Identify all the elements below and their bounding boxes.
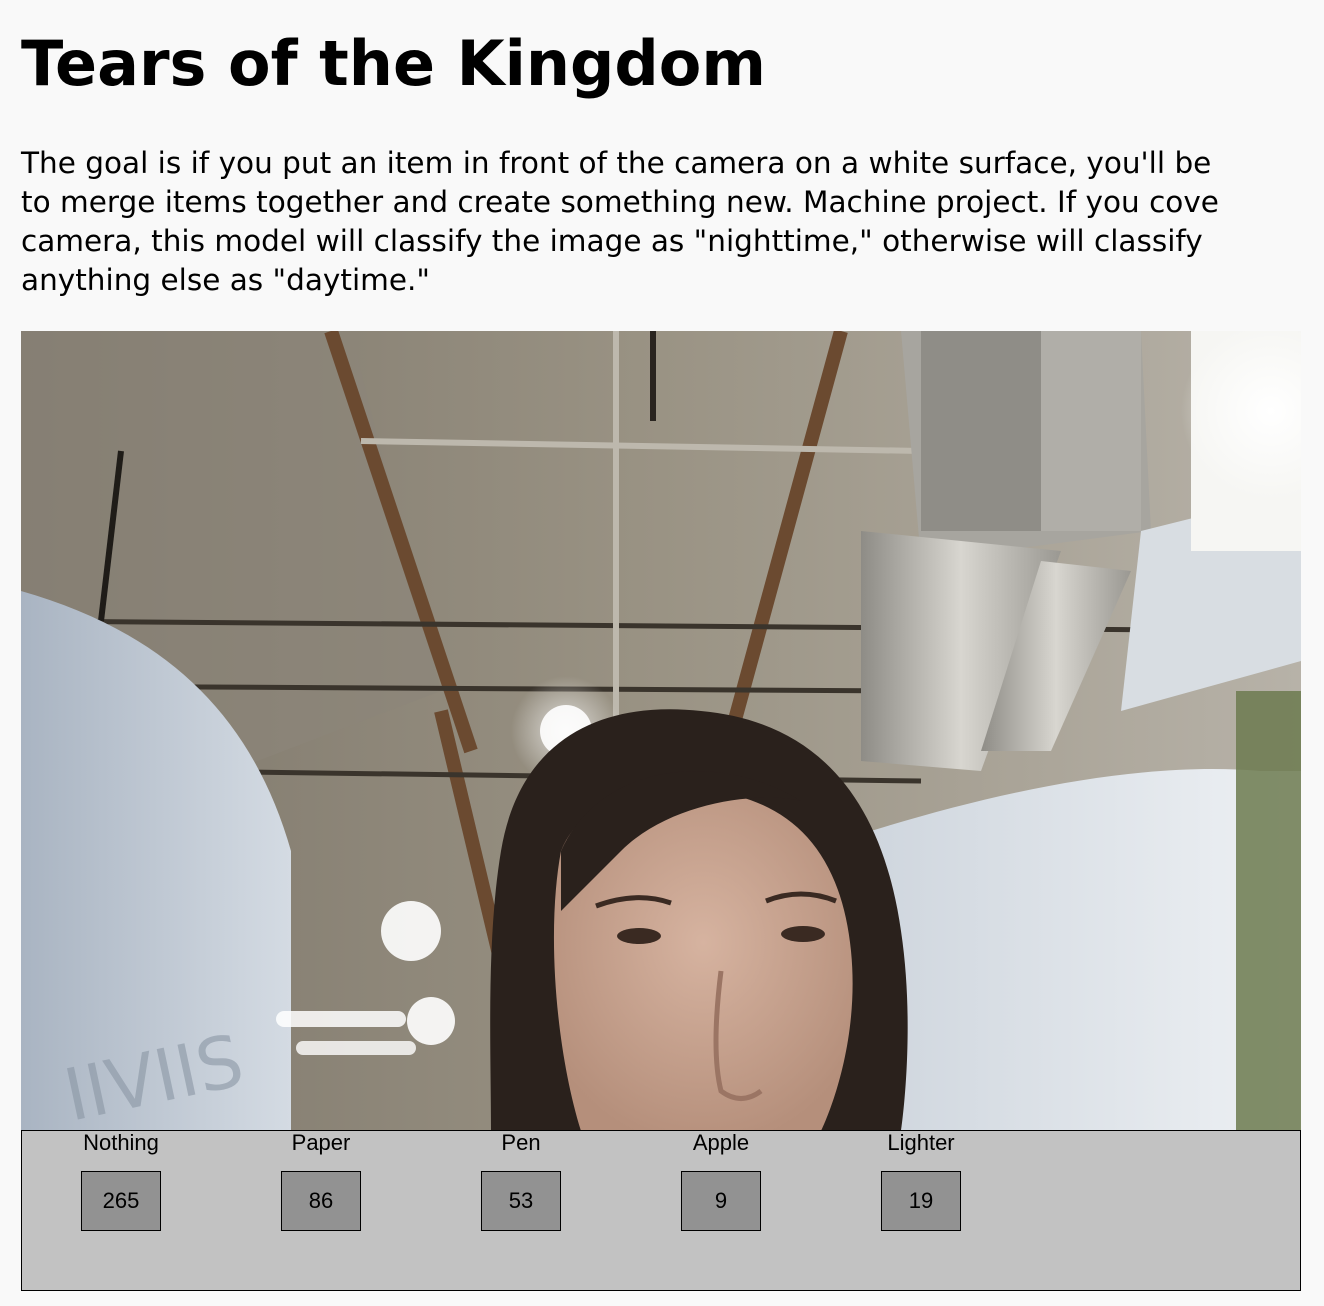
class-count-box: 86: [281, 1171, 361, 1231]
class-label: Nothing: [83, 1130, 159, 1155]
class-counts-panel: Nothing 265 Paper 86 Pen 53 Apple 9 Ligh…: [21, 1130, 1301, 1291]
webcam-frame: IIVIIS: [21, 331, 1301, 1131]
page-title: Tears of the Kingdom: [21, 27, 766, 100]
description-line: The goal is if you put an item in front …: [21, 146, 1212, 180]
description-line: camera, this model will classify the ima…: [21, 224, 1203, 258]
class-label: Pen: [501, 1130, 541, 1155]
description-line: to merge items together and create somet…: [21, 185, 1219, 219]
webcam-video: IIVIIS: [21, 331, 1301, 1131]
class-count-box: 19: [881, 1171, 961, 1231]
class-label: Lighter: [887, 1130, 955, 1155]
class-count-box: 265: [81, 1171, 161, 1231]
class-count-box: 53: [481, 1171, 561, 1231]
class-label: Paper: [291, 1130, 351, 1155]
class-label: Apple: [692, 1130, 750, 1155]
description-line: anything else as "daytime.": [21, 263, 430, 297]
class-count-box: 9: [681, 1171, 761, 1231]
page-description: The goal is if you put an item in front …: [21, 144, 1324, 300]
